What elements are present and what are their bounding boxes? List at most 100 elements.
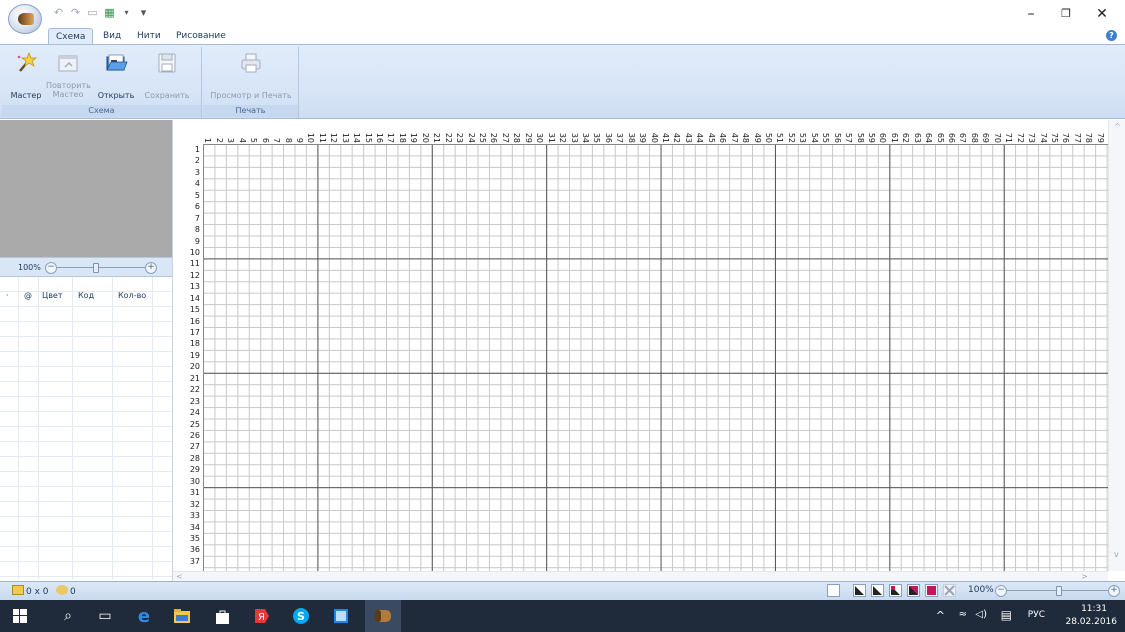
language-indicator[interactable]: РУС	[1028, 610, 1045, 620]
scroll-up-icon[interactable]: ^	[1114, 122, 1121, 131]
clock-time[interactable]: 11:31	[1081, 604, 1107, 614]
half-stitch-icon[interactable]	[853, 584, 866, 597]
clock-date[interactable]: 28.02.2016	[1065, 617, 1117, 627]
column-number: 40	[649, 132, 659, 143]
column-number: 58	[855, 132, 865, 143]
column-number: 13	[340, 132, 350, 143]
task-view-icon[interactable]: ▭	[95, 606, 115, 626]
tab-schema[interactable]: Схема	[48, 28, 94, 45]
full-stitch-icon[interactable]	[925, 584, 938, 597]
skype-icon[interactable]: S	[291, 606, 311, 626]
zoom-in-icon[interactable]: +	[145, 262, 157, 274]
table-divider	[18, 277, 19, 579]
maximize-button[interactable]: ❐	[1051, 5, 1081, 23]
edge-browser-icon[interactable]: e	[134, 606, 154, 627]
qat-dropdown-icon[interactable]: ▾	[120, 6, 133, 19]
grid-zoom-in-icon[interactable]: +	[1108, 585, 1120, 597]
row-number: 4	[194, 179, 200, 189]
column-header-marker[interactable]: ·	[6, 291, 9, 300]
column-ruler: 1 2 3 4 5 6 7 8 9 10 11 12 13 14 15 16 17 18 19 20 21 22 23 24 2…	[173, 120, 1108, 144]
column-number: 55	[821, 132, 831, 143]
wifi-icon[interactable]: ≈	[959, 609, 967, 620]
undo-icon[interactable]: ↶	[52, 6, 65, 19]
column-number: 21	[432, 132, 442, 143]
column-number: 54	[809, 132, 819, 143]
tab-view[interactable]: Вид	[96, 28, 128, 45]
title-bar: ↶ ↷ ▭ ▦ ▾ ▾ – ❐ ✕	[0, 0, 1125, 34]
table-divider	[72, 277, 73, 579]
zoom-out-icon[interactable]: −	[45, 262, 57, 274]
quarter-stitch-icon[interactable]	[871, 584, 884, 597]
open-button[interactable]: Открыть	[92, 51, 140, 100]
vertical-scrollbar[interactable]: ^ v	[1108, 120, 1125, 571]
row-number: 5	[194, 190, 200, 200]
windows-start-icon[interactable]	[10, 606, 30, 626]
column-number: 10	[306, 132, 316, 143]
grid-zoom-thumb[interactable]	[1056, 586, 1062, 596]
customize-qat-icon[interactable]: ▾	[137, 6, 150, 19]
thread-icon[interactable]: ▦	[103, 6, 116, 19]
minimize-button[interactable]: –	[1016, 5, 1046, 23]
column-number: 7	[272, 137, 282, 143]
column-number: 37	[615, 132, 625, 143]
petite-stitch-icon[interactable]	[907, 584, 920, 597]
column-number: 44	[695, 132, 705, 143]
svg-text:Я: Я	[258, 612, 265, 623]
preview-zoom-slider[interactable]: − +	[45, 262, 157, 274]
row-number: 32	[189, 499, 200, 509]
save-button[interactable]: Сохранить	[142, 51, 192, 100]
scroll-right-icon[interactable]: >	[1081, 572, 1088, 581]
wizard-button[interactable]: Мастер	[6, 51, 46, 100]
scroll-left-icon[interactable]: <	[176, 572, 183, 581]
column-number: 8	[283, 137, 293, 143]
file-explorer-icon[interactable]	[172, 606, 192, 626]
column-number: 57	[844, 132, 854, 143]
notifications-icon[interactable]: ▤	[1001, 608, 1012, 622]
tab-threads[interactable]: Нити	[130, 28, 168, 45]
column-number: 20	[420, 132, 430, 143]
volume-icon[interactable]: ◁)	[975, 609, 987, 620]
stitch-grid[interactable]	[203, 144, 1108, 571]
scroll-down-icon[interactable]: v	[1114, 550, 1119, 559]
application-menu-button[interactable]	[8, 4, 42, 34]
grid-toggle-icon[interactable]	[827, 584, 840, 597]
close-button[interactable]: ✕	[1087, 5, 1117, 23]
tray-chevron-icon[interactable]: ^	[936, 609, 945, 622]
save-icon[interactable]: ▭	[86, 6, 99, 19]
eraser-icon[interactable]	[943, 584, 956, 597]
redo-icon[interactable]: ↷	[69, 6, 82, 19]
row-number: 24	[189, 408, 200, 418]
row-number: 23	[189, 396, 200, 406]
column-number: 61	[889, 132, 899, 143]
status-bar: 0 x 0 0 100% − +	[0, 581, 1125, 600]
store-icon[interactable]	[212, 606, 232, 626]
column-header-symbol[interactable]: @	[24, 291, 32, 300]
zoom-thumb[interactable]	[93, 263, 99, 273]
save-disk-icon	[158, 53, 176, 73]
print-preview-button[interactable]: Просмотр и Печать	[203, 51, 299, 100]
column-header-code[interactable]: Код	[78, 291, 94, 300]
image-viewer-icon[interactable]	[331, 606, 351, 626]
grid-zoom-out-icon[interactable]: −	[995, 585, 1007, 597]
column-header-color[interactable]: Цвет	[42, 291, 63, 300]
cross-stitch-app-icon[interactable]	[373, 606, 393, 626]
needle-icon	[56, 585, 68, 595]
yandex-browser-icon[interactable]: Я	[252, 606, 272, 626]
save-button-label: Сохранить	[144, 91, 190, 100]
column-number: 68	[969, 132, 979, 143]
column-number: 65	[935, 132, 945, 143]
horizontal-scrollbar[interactable]: < >	[173, 571, 1108, 581]
help-icon[interactable]: ?	[1106, 30, 1117, 41]
column-number: 49	[752, 132, 762, 143]
search-icon[interactable]: ⌕	[58, 606, 78, 626]
wizard-button-label: Мастер	[10, 91, 42, 100]
column-number: 29	[523, 132, 533, 143]
column-number: 66	[947, 132, 957, 143]
column-number: 2	[214, 137, 224, 143]
tab-drawing[interactable]: Рисование	[169, 28, 233, 45]
repeat-wizard-button[interactable]: Повторить Мастео	[46, 51, 91, 99]
column-header-quantity[interactable]: Кол-во	[118, 291, 146, 300]
three-quarter-stitch-icon[interactable]	[889, 584, 902, 597]
grid-zoom-slider[interactable]: − +	[995, 585, 1120, 597]
column-number: 78	[1084, 132, 1094, 143]
